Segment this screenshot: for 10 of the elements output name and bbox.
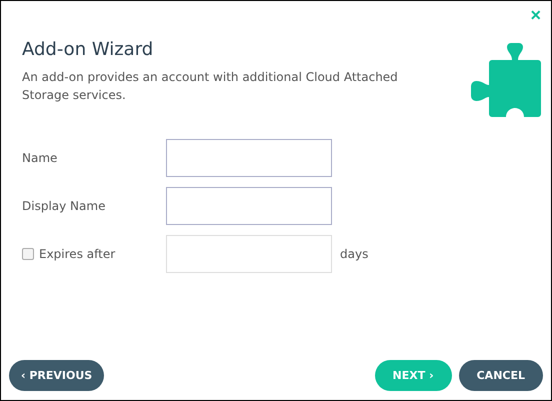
cancel-button[interactable]: CANCEL bbox=[458, 360, 543, 391]
description: An add-on provides an account with additional Cloud Attached Storage services. bbox=[22, 69, 399, 104]
unit-label: days bbox=[340, 247, 368, 261]
dialog-title: Add-on Wizard bbox=[22, 39, 154, 60]
field-label: Name bbox=[22, 151, 58, 165]
input-field[interactable] bbox=[166, 187, 332, 225]
field-label: Expires after bbox=[39, 247, 116, 261]
field-label: Display Name bbox=[22, 199, 106, 213]
input-field[interactable] bbox=[166, 139, 332, 177]
previous-button[interactable]: ‹ PREVIOUS bbox=[9, 360, 104, 391]
